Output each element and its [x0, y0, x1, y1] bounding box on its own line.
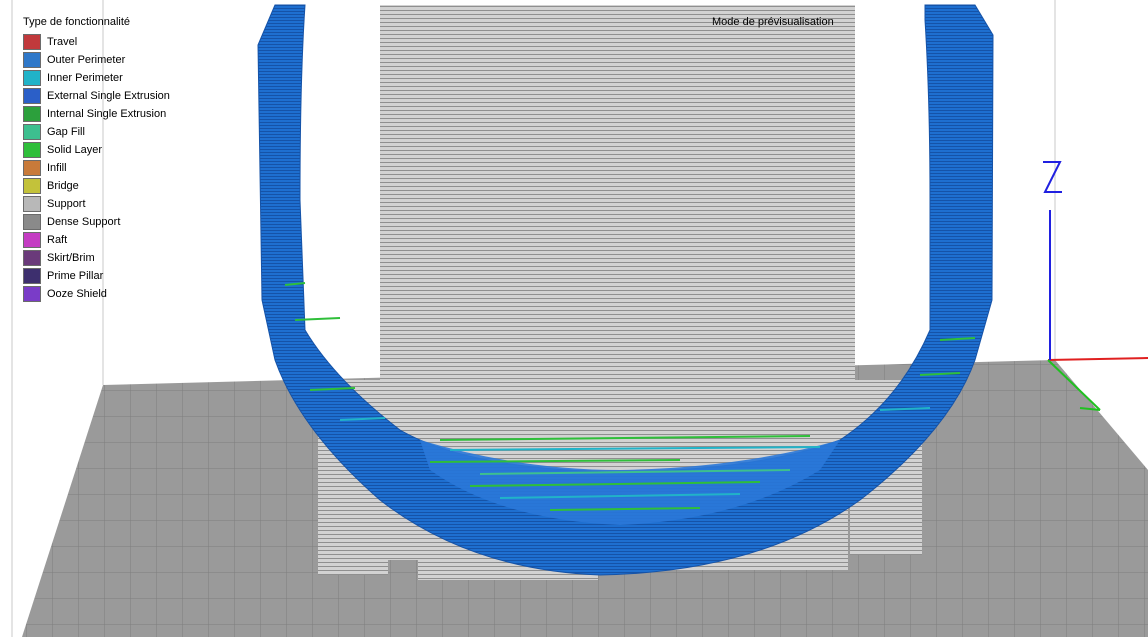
legend-items: Travel Outer Perimeter Inner Perimeter Exte… [23, 33, 170, 303]
legend-swatch [23, 124, 41, 140]
legend-swatch [23, 178, 41, 194]
legend-item: Dense Support [23, 213, 170, 231]
preview-mode-label: Mode de prévisualisation [712, 16, 834, 28]
legend-swatch [23, 232, 41, 248]
legend-item-label: Infill [47, 162, 67, 174]
legend-item-label: Support [47, 198, 86, 210]
legend-item: Gap Fill [23, 123, 170, 141]
legend-item-label: Travel [47, 36, 78, 48]
legend-item-label: Inner Perimeter [47, 72, 123, 84]
legend-swatch [23, 52, 41, 68]
legend-item: Prime Pillar [23, 267, 170, 285]
legend-swatch [23, 250, 41, 266]
legend-item-label: Ooze Shield [47, 288, 107, 300]
legend-item: Solid Layer [23, 141, 170, 159]
legend-item: Bridge [23, 177, 170, 195]
legend-item: Internal Single Extrusion [23, 105, 170, 123]
scene-canvas[interactable] [0, 0, 1148, 637]
legend-item-label: Outer Perimeter [47, 54, 126, 66]
legend-item-label: Bridge [47, 180, 79, 192]
legend-title: Type de fonctionnalité [23, 16, 131, 28]
legend-item: Support [23, 195, 170, 213]
legend-item: External Single Extrusion [23, 87, 170, 105]
legend-swatch [23, 34, 41, 50]
legend-swatch [23, 142, 41, 158]
legend-swatch [23, 70, 41, 86]
feature-type-legend: Type de fonctionnalité Travel Outer Perim… [23, 15, 170, 303]
legend-item-label: Internal Single Extrusion [47, 108, 167, 120]
legend-item: Inner Perimeter [23, 69, 170, 87]
legend-swatch [23, 106, 41, 122]
legend-item-label: Dense Support [47, 216, 121, 228]
legend-item: Travel [23, 33, 170, 51]
legend-swatch [23, 214, 41, 230]
legend-item-label: Gap Fill [47, 126, 85, 138]
legend-item: Skirt/Brim [23, 249, 170, 267]
legend-item-label: Solid Layer [47, 144, 103, 156]
z-axis-label-icon [1043, 161, 1062, 193]
legend-swatch [23, 286, 41, 302]
legend-item: Outer Perimeter [23, 51, 170, 69]
legend-swatch [23, 196, 41, 212]
legend-item-label: Raft [47, 234, 68, 246]
legend-item-label: External Single Extrusion [47, 90, 170, 102]
legend-item: Infill [23, 159, 170, 177]
legend-swatch [23, 160, 41, 176]
legend-swatch [23, 88, 41, 104]
3d-preview-viewport[interactable]: Type de fonctionnalité Travel Outer Perim… [0, 0, 1148, 637]
legend-swatch [23, 268, 41, 284]
legend-item-label: Skirt/Brim [47, 252, 95, 264]
legend-item: Ooze Shield [23, 285, 170, 303]
legend-item-label: Prime Pillar [47, 270, 104, 282]
legend-item: Raft [23, 231, 170, 249]
